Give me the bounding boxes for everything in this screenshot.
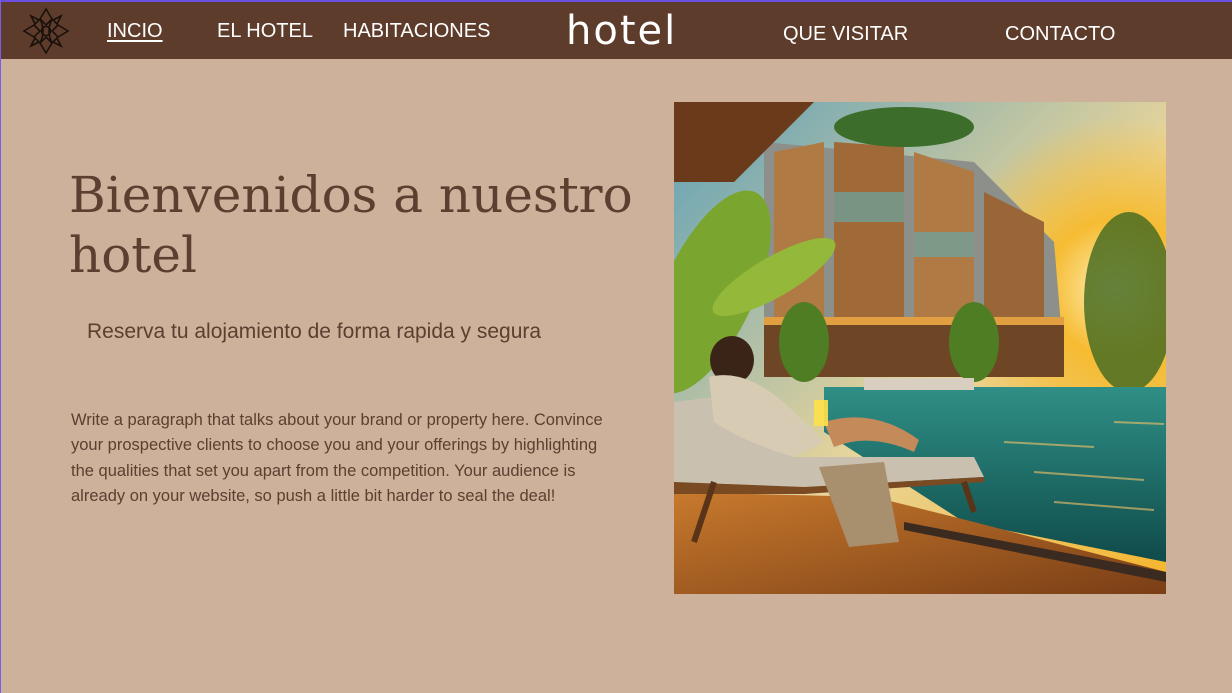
- hero-title: Bienvenidos a nuestro hotel: [69, 166, 633, 284]
- nav-link-el-hotel[interactable]: EL HOTEL: [217, 20, 313, 43]
- brand-logo-text[interactable]: hotel: [566, 8, 677, 54]
- hero-pool-image: [674, 102, 1166, 594]
- ornament-icon[interactable]: [21, 6, 71, 56]
- hero-subtitle: Reserva tu alojamiento de forma rapida y…: [87, 320, 542, 343]
- top-nav-bar: INCIO EL HOTEL HABITACIONES hotel QUE VI…: [1, 0, 1232, 59]
- nav-link-contacto[interactable]: CONTACTO: [1005, 23, 1115, 46]
- nav-link-que-visitar[interactable]: QUE VISITAR: [783, 23, 908, 46]
- hero-paragraph: Write a paragraph that talks about your …: [71, 411, 603, 505]
- nav-link-inicio[interactable]: INCIO: [107, 20, 163, 43]
- nav-link-habitaciones[interactable]: HABITACIONES: [343, 20, 490, 43]
